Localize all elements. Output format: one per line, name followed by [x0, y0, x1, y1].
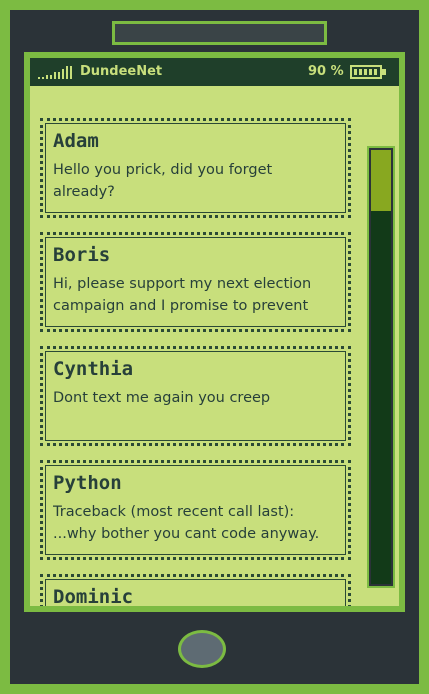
message-card[interactable]: Boris Hi, please support my next electio… [40, 232, 351, 332]
battery-icon [350, 65, 386, 79]
signal-strength-icon [38, 66, 72, 79]
message-preview: Hi, please support my next election camp… [53, 276, 312, 314]
message-card[interactable]: Cynthia Dont text me again you creep [40, 346, 351, 446]
home-button[interactable] [178, 630, 226, 668]
scrollbar[interactable] [367, 146, 395, 588]
status-bar: DundeeNet 90 % [30, 58, 399, 86]
message-preview: Dont text me again you creep [53, 390, 271, 406]
sender-name: Adam [53, 130, 99, 152]
message-card[interactable]: Adam Hello you prick, did you forget alr… [40, 118, 351, 218]
message-preview: Hello you prick, did you forget already? [53, 162, 273, 200]
earpiece-speaker [112, 21, 327, 45]
message-card[interactable]: Python Traceback (most recent call last)… [40, 460, 351, 560]
sender-name: Python [53, 472, 122, 494]
message-card[interactable]: Dominic [40, 574, 351, 606]
screen-frame: DundeeNet 90 % Adam Hello you prick, did… [24, 52, 405, 612]
scrollbar-thumb[interactable] [371, 150, 391, 211]
message-list[interactable]: Adam Hello you prick, did you forget alr… [40, 118, 351, 606]
message-preview: Traceback (most recent call last): ...wh… [53, 504, 320, 542]
battery-percentage: 90 % [308, 64, 344, 79]
lcd-screen: DundeeNet 90 % Adam Hello you prick, did… [30, 58, 399, 606]
sender-name: Dominic [53, 586, 134, 606]
network-name: DundeeNet [80, 64, 163, 79]
sender-name: Boris [53, 244, 111, 266]
phone-body: DundeeNet 90 % Adam Hello you prick, did… [10, 10, 419, 684]
sender-name: Cynthia [53, 358, 134, 380]
